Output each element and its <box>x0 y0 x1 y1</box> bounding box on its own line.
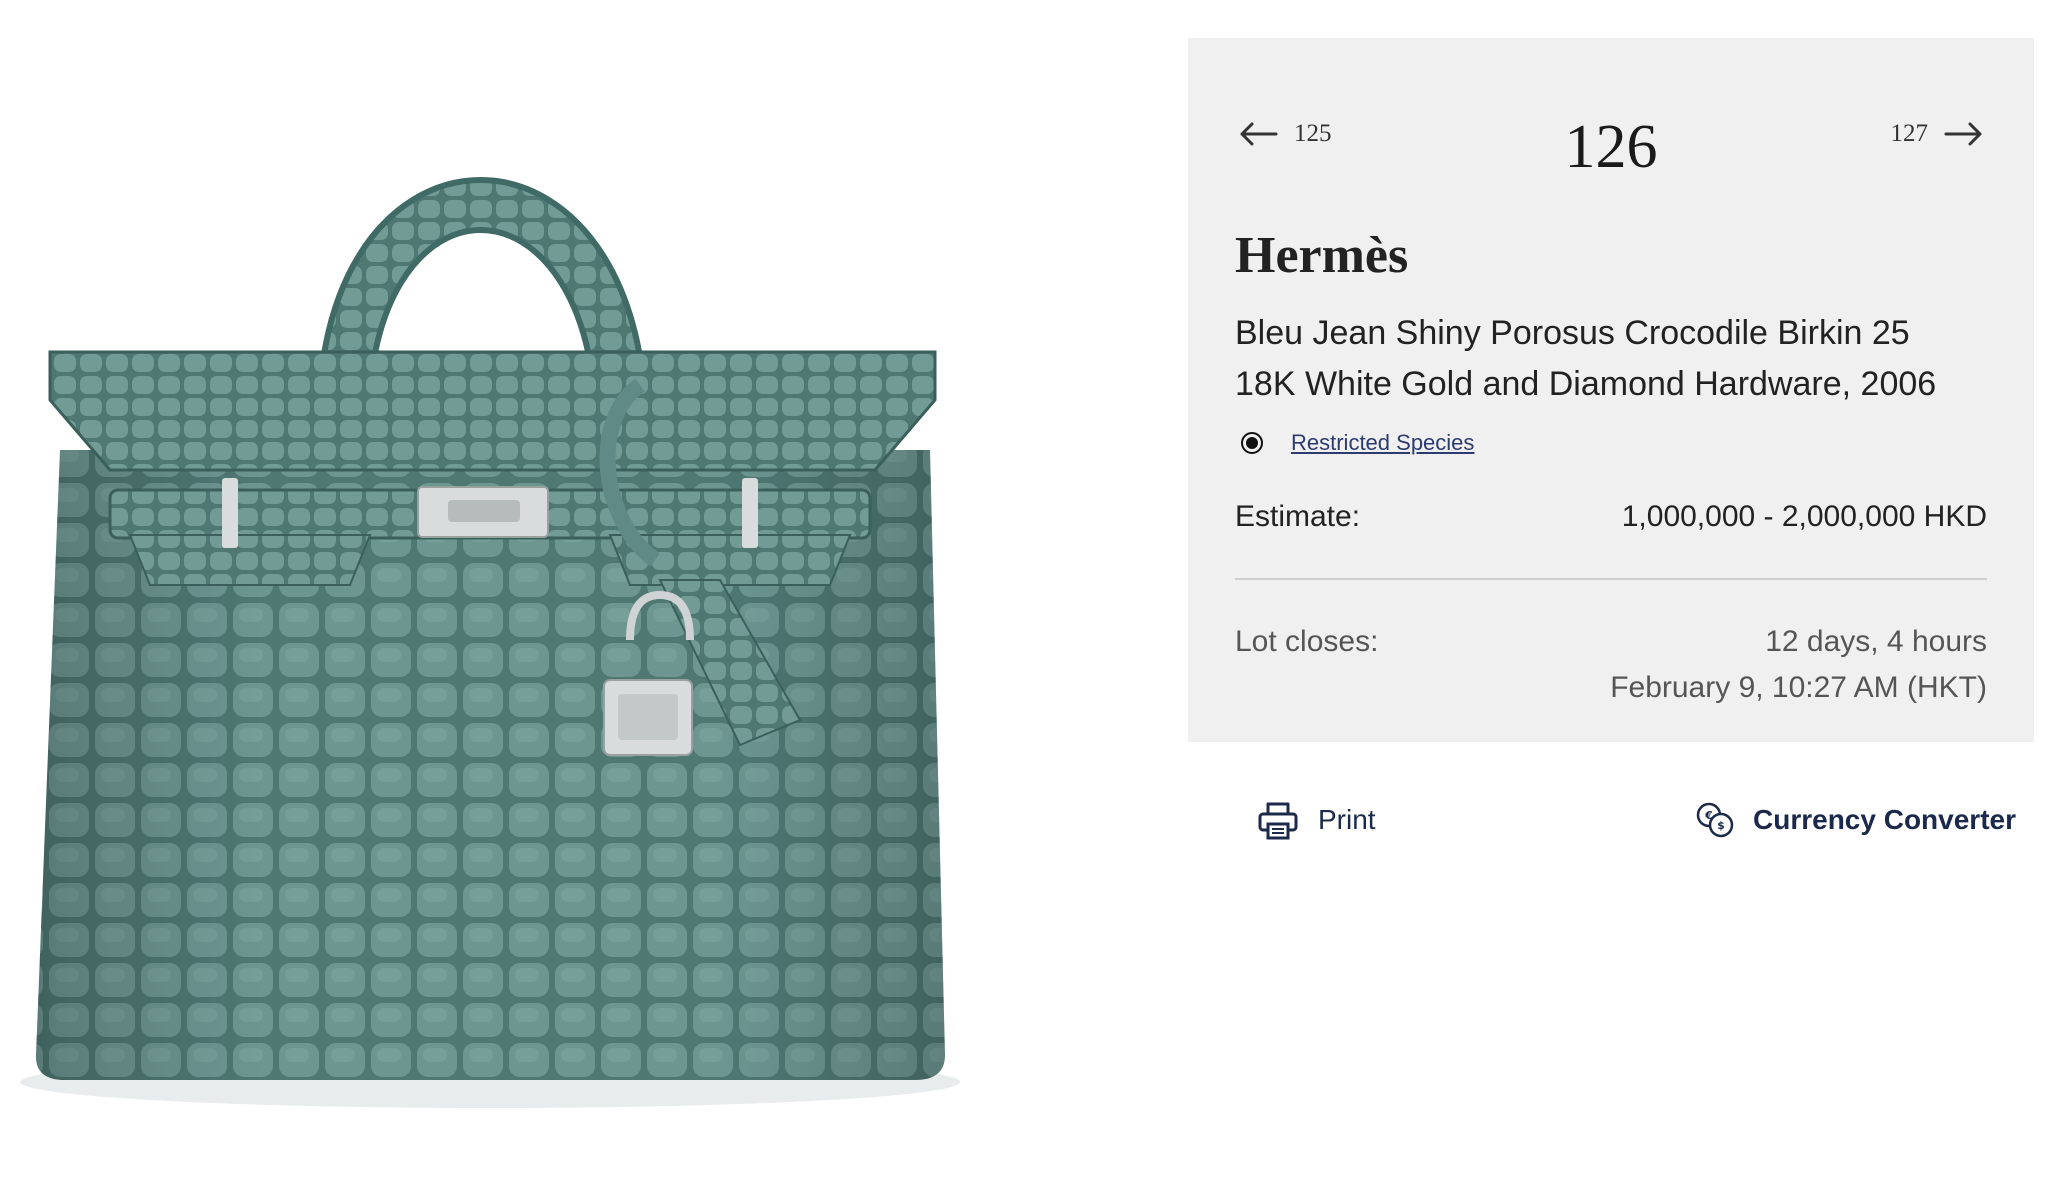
print-button[interactable]: Print <box>1256 798 1376 842</box>
svg-text:$: $ <box>1717 819 1725 832</box>
close-datetime: February 9, 10:27 AM (HKT) <box>1610 671 1987 704</box>
restricted-species-row: Restricted Species <box>1241 430 1474 456</box>
product-image <box>0 0 1020 1199</box>
lot-navigation: 125 126 127 <box>1188 102 2034 192</box>
print-label: Print <box>1318 804 1376 835</box>
next-lot-number: 127 <box>1890 120 1929 147</box>
divider <box>1235 578 1987 580</box>
time-remaining: 12 days, 4 hours <box>1765 625 1987 658</box>
svg-text:€: € <box>1704 809 1713 822</box>
printer-icon <box>1256 798 1300 842</box>
restricted-species-link[interactable]: Restricted Species <box>1291 430 1474 456</box>
estimate-row: Estimate: 1,000,000 - 2,000,000 HKD <box>1235 500 1987 534</box>
lot-title: Bleu Jean Shiny Porosus Crocodile Birkin… <box>1235 308 2015 410</box>
currency-exchange-icon: € $ <box>1693 798 1737 842</box>
currency-converter-button[interactable]: € $ Currency Converter <box>1693 798 2016 842</box>
estimate-value: 1,000,000 - 2,000,000 HKD <box>1621 500 1987 533</box>
currency-converter-label: Currency Converter <box>1753 804 2016 835</box>
lot-title-line: 18K White Gold and Diamond Hardware, 200… <box>1235 365 1937 403</box>
estimate-label: Estimate: <box>1235 500 1361 533</box>
lot-actions: Print € $ Currency Converter <box>1188 794 2034 854</box>
radio-selected-icon <box>1241 432 1263 454</box>
lot-title-line: Bleu Jean Shiny Porosus Crocodile Birkin… <box>1235 314 1910 352</box>
lot-closes-values: 12 days, 4 hours February 9, 10:27 AM (H… <box>1610 619 1987 711</box>
arrow-right-icon <box>1944 122 1984 146</box>
lot-closes-row: Lot closes: 12 days, 4 hours February 9,… <box>1235 625 1987 711</box>
lot-closes-label: Lot closes: <box>1235 625 1379 658</box>
next-lot-link[interactable]: 127 <box>1891 120 1985 148</box>
lot-info-panel: 125 126 127 Hermès Bleu Jean Shiny Poros… <box>1188 38 2034 742</box>
lot-maker: Hermès <box>1235 227 1409 284</box>
